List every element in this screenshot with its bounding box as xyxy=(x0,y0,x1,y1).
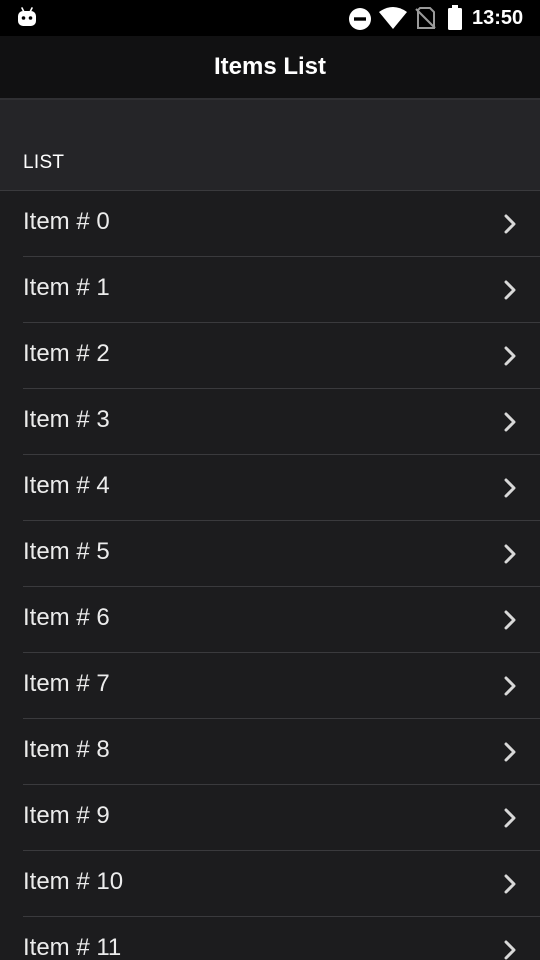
items-list: Item # 0 Item # 1 Item # 2 Item # 3 Item # 4… xyxy=(0,191,540,960)
list-item[interactable]: Item # 11 xyxy=(0,917,540,960)
status-bar: 13:50 xyxy=(0,0,540,36)
chevron-right-icon xyxy=(504,742,516,762)
battery-icon xyxy=(448,5,462,30)
page-title: Items List xyxy=(213,53,327,80)
list-item-label: Item # 6 xyxy=(23,604,110,631)
list-item-label: Item # 1 xyxy=(23,274,110,301)
list-item[interactable]: Item # 7 xyxy=(0,653,540,719)
list-item-label: Item # 9 xyxy=(23,802,110,829)
chevron-right-icon xyxy=(504,412,516,432)
list-item[interactable]: Item # 3 xyxy=(0,389,540,455)
list-item-label: Item # 3 xyxy=(23,406,110,433)
status-time: 13:50 xyxy=(472,7,524,29)
list-item-label: Item # 7 xyxy=(23,670,110,697)
chevron-right-icon xyxy=(504,214,516,234)
chevron-right-icon xyxy=(504,610,516,630)
screen: 13:50 Items List LIST Item # 0 Item # 1 It… xyxy=(0,0,540,960)
list-item[interactable]: Item # 0 xyxy=(0,191,540,257)
do-not-disturb-icon xyxy=(349,8,371,30)
chevron-right-icon xyxy=(504,676,516,696)
chevron-right-icon xyxy=(504,280,516,300)
list-item[interactable]: Item # 1 xyxy=(0,257,540,323)
chevron-right-icon xyxy=(504,346,516,366)
section-header: LIST xyxy=(0,100,540,191)
list-item-label: Item # 4 xyxy=(23,472,110,499)
list-item-label: Item # 8 xyxy=(23,736,110,763)
android-icon xyxy=(18,7,36,26)
section-header-label: LIST xyxy=(23,152,65,173)
chevron-right-icon xyxy=(504,874,516,894)
navigation-bar: Items List xyxy=(0,36,540,100)
list-item[interactable]: Item # 4 xyxy=(0,455,540,521)
list-item-label: Item # 11 xyxy=(23,934,122,960)
list-item-label: Item # 10 xyxy=(23,868,124,895)
chevron-right-icon xyxy=(504,478,516,498)
list-item[interactable]: Item # 6 xyxy=(0,587,540,653)
chevron-right-icon xyxy=(504,940,516,960)
list-item[interactable]: Item # 5 xyxy=(0,521,540,587)
list-item[interactable]: Item # 10 xyxy=(0,851,540,917)
list-item-label: Item # 2 xyxy=(23,340,110,367)
list-item[interactable]: Item # 8 xyxy=(0,719,540,785)
list-item-label: Item # 0 xyxy=(23,208,110,235)
chevron-right-icon xyxy=(504,808,516,828)
wifi-icon xyxy=(379,7,407,29)
list-item-label: Item # 5 xyxy=(23,538,110,565)
list-item[interactable]: Item # 2 xyxy=(0,323,540,389)
no-sim-icon xyxy=(415,7,436,29)
chevron-right-icon xyxy=(504,544,516,564)
list-item[interactable]: Item # 9 xyxy=(0,785,540,851)
